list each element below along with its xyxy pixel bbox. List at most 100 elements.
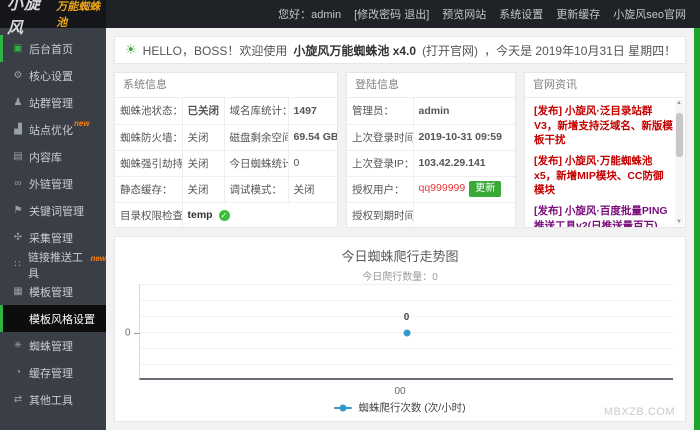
y-axis-tick-mark — [134, 332, 140, 334]
admin-dashboard: 小旋风 万能蜘蛛池 您好：admin [修改密码 退出] 预览网站 系统设置 更… — [0, 0, 700, 430]
firewall-status-value: 关闭 — [182, 124, 225, 151]
logo-secondary-text: 万能蜘蛛池 — [56, 1, 101, 29]
label: 静态缓存： — [115, 176, 183, 203]
sun-icon: ☀ — [125, 42, 137, 57]
sidebar-item-spider-management[interactable]: ✳ 蜘蛛管理 — [0, 332, 106, 359]
system-info-panel: 系统信息 蜘蛛池状态： 已关闭 域名库统计： 1497 蜘蛛防火墙： 关闭 磁盘… — [114, 72, 338, 228]
sidebar-item-label: 核心设置 — [29, 70, 73, 83]
content-library-icon: ▤ — [13, 151, 23, 162]
last-login-ip-value: 103.42.29.141 — [413, 150, 515, 177]
menu-update-cache[interactable]: 更新缓存 — [556, 6, 600, 22]
label: 调试模式： — [224, 176, 289, 203]
table-row: 上次登录IP： 103.42.29.141 — [347, 150, 515, 177]
label: 目录权限检查： — [115, 202, 183, 228]
permission-check-value: temp — [187, 209, 213, 222]
sidebar-item-external-links[interactable]: ∞ 外链管理 — [0, 170, 106, 197]
spider-pool-status-value: 已关闭 — [182, 98, 225, 125]
sidebar-item-collection[interactable]: ✣ 采集管理 — [0, 224, 106, 251]
hijack-status-value: 关闭 — [182, 150, 225, 177]
right-green-strip — [694, 28, 700, 430]
table-row: 蜘蛛防火墙： 关闭 磁盘剩余空间： 69.54 GB — [115, 124, 337, 151]
main-content: ☀ HELLO，BOSS！欢迎使用 小旋风万能蜘蛛池 x4.0 (打开官网) ，… — [106, 28, 694, 430]
sidebar-item-other-tools[interactable]: ⇄ 其他工具 — [0, 386, 106, 413]
product-name: 小旋风万能蜘蛛池 x4.0 — [293, 43, 417, 58]
sidebar-item-label: 缓存管理 — [29, 367, 73, 380]
sidebar-item-label: 站群管理 — [29, 97, 73, 110]
optimize-chart-icon: ▟ — [14, 124, 22, 135]
sidebar-item-keywords[interactable]: ⚑ 关键词管理 — [0, 197, 106, 224]
x-axis-tick-label: 00 — [394, 386, 406, 397]
disk-space-value: 69.54 GB — [288, 124, 337, 151]
news-link[interactable]: [发布] 小旋风·泛目录站群V3，新增支持泛域名、新版模板干扰 — [534, 104, 673, 148]
logo-primary-text: 小旋风 — [7, 0, 42, 37]
sidebar-item-label: 模板管理 — [29, 286, 73, 299]
official-news-panel: 官网资讯 [发布] 小旋风·泛目录站群V3，新增支持泛域名、新版模板干扰 [发布… — [524, 72, 686, 228]
chart-title: 今日蜘蛛爬行走势图 — [341, 249, 459, 264]
sidebar-item-dashboard[interactable]: ▣ 后台首页 — [0, 35, 106, 62]
app-logo: 小旋风 万能蜘蛛池 — [0, 0, 106, 37]
sidebar-item-site-group[interactable]: ♟ 站群管理 — [0, 89, 106, 116]
static-cache-status-value: 关闭 — [182, 176, 225, 203]
sidebar-item-template-style-settings[interactable]: 模板风格设置 — [0, 305, 106, 332]
news-list: [发布] 小旋风·泛目录站群V3，新增支持泛域名、新版模板干扰 [发布] 小旋风… — [525, 98, 685, 227]
authorized-user-value: qq999999 — [418, 182, 466, 194]
y-axis-tick-label: 0 — [125, 327, 131, 339]
sidebar-item-link-push-tools[interactable]: ∷ 链接推送工具 new — [0, 251, 106, 280]
table-row: 静态缓存： 关闭 调试模式： 关闭 — [115, 176, 337, 203]
system-info-table: 蜘蛛池状态： 已关闭 域名库统计： 1497 蜘蛛防火墙： 关闭 磁盘剩余空间：… — [115, 98, 337, 228]
data-point — [403, 329, 410, 337]
table-row: 上次登录时间： 2019-10-31 09:59 — [347, 124, 515, 151]
sidebar-item-label: 关键词管理 — [29, 205, 84, 218]
sidebar-item-templates[interactable]: ▦ 模板管理 — [0, 278, 106, 305]
external-link-icon: ∞ — [14, 178, 22, 189]
home-icon: ▣ — [13, 43, 23, 54]
chart-plot-area: 0 0 — [125, 284, 673, 380]
table-row: 管理员： admin — [347, 98, 515, 125]
legend-item[interactable]: 蜘蛛爬行次数 (次/小时) — [115, 400, 685, 415]
table-row: 蜘蛛强引劫持： 关闭 今日蜘蛛统计： 0 — [115, 150, 337, 177]
welcome-text: HELLO，BOSS！欢迎使用 — [142, 43, 288, 58]
login-info-title: 登陆信息 — [347, 73, 515, 98]
news-link[interactable]: [发布] 小旋风·百度批量PING推送工具v2(日推送量百万) — [534, 204, 673, 227]
sidebar-item-label: 内容库 — [29, 151, 62, 164]
sidebar-item-label: 蜘蛛管理 — [29, 340, 73, 353]
sidebar-item-core-settings[interactable]: ⚙ 核心设置 — [0, 62, 106, 89]
top-header: 小旋风 万能蜘蛛池 您好：admin [修改密码 退出] 预览网站 系统设置 更… — [0, 0, 700, 37]
label: 上次登录时间： — [347, 124, 414, 151]
cache-clock-icon: ◔ — [14, 367, 22, 378]
label: 授权用户： — [347, 176, 414, 203]
label: 上次登录IP： — [347, 150, 414, 177]
authorized-user-cell: qq999999 更新 — [413, 176, 515, 203]
news-link[interactable]: [发布] 小旋风·万能蜘蛛池x5，新增MIP模块、CC防御模块 — [534, 154, 673, 198]
site-group-icon: ♟ — [13, 97, 23, 108]
sidebar-item-label: 链接推送工具 — [28, 251, 84, 280]
scrollbar-thumb[interactable] — [676, 113, 683, 157]
label: 蜘蛛防火墙： — [115, 124, 183, 151]
sidebar-item-cache-management[interactable]: ◔ 缓存管理 — [0, 359, 106, 386]
login-info-panel: 登陆信息 管理员： admin 上次登录时间： 2019-10-31 09:59… — [346, 72, 516, 228]
label: 蜘蛛强引劫持： — [115, 150, 183, 177]
template-icon: ▦ — [13, 286, 23, 297]
debug-mode-value: 关闭 — [288, 176, 337, 203]
menu-official-seo-site[interactable]: 小旋风seo官网 — [613, 6, 686, 22]
menu-preview-site[interactable]: 预览网站 — [442, 6, 486, 22]
sidebar: ▣ 后台首页 ⚙ 核心设置 ♟ 站群管理 ▟ 站点优化 new ▤ 内容库 ∞ … — [0, 28, 106, 430]
label: 域名库统计： — [224, 98, 289, 125]
news-scrollbar[interactable] — [675, 100, 684, 225]
table-row: 目录权限检查： temp ✓ — [115, 202, 337, 228]
spider-icon: ✳ — [13, 340, 23, 351]
sidebar-item-label: 后台首页 — [29, 43, 73, 56]
new-badge: new — [90, 254, 106, 263]
update-button[interactable]: 更新 — [469, 181, 502, 197]
open-official-site-link[interactable]: (打开官网) — [422, 42, 478, 59]
data-point-label: 0 — [403, 311, 410, 323]
check-circle-icon: ✓ — [218, 209, 230, 221]
sidebar-item-label: 其他工具 — [29, 394, 73, 407]
header-menu: 您好：admin [修改密码 退出] 预览网站 系统设置 更新缓存 小旋风seo… — [106, 0, 700, 28]
sidebar-item-site-optimize[interactable]: ▟ 站点优化 new — [0, 116, 106, 143]
official-news-title: 官网资讯 — [525, 73, 685, 98]
today-spider-count-value: 0 — [288, 150, 337, 177]
menu-change-password-logout[interactable]: [修改密码 退出] — [354, 6, 429, 22]
menu-system-settings[interactable]: 系统设置 — [499, 6, 543, 22]
sidebar-item-content-library[interactable]: ▤ 内容库 — [0, 143, 106, 170]
